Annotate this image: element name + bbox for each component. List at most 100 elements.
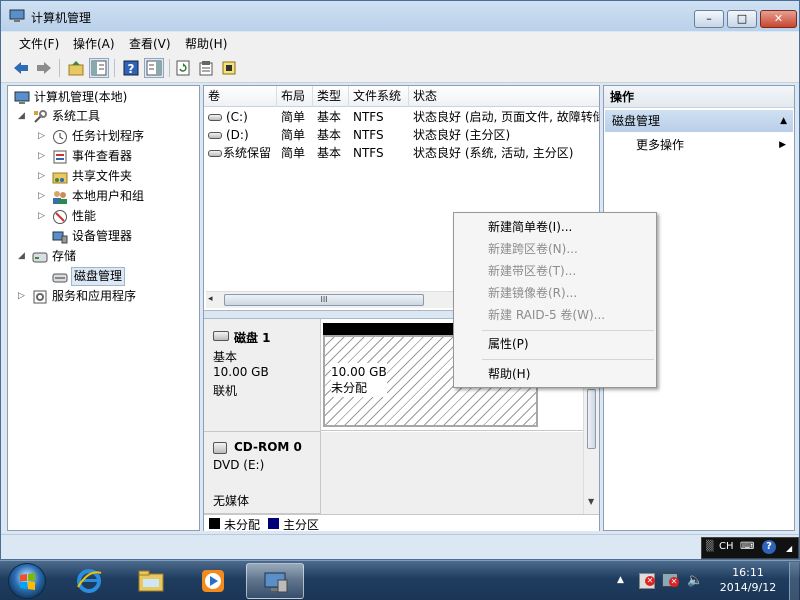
volume-row[interactable]: 系统保留 简单 基本 NTFS 状态良好 (系统, 活动, 主分区) — [204, 144, 599, 162]
windows-logo-icon — [20, 573, 35, 590]
status-bar — [1, 534, 799, 559]
tree-label: 磁盘管理 — [71, 267, 126, 286]
volume-row[interactable]: (C:) 简单 基本 NTFS 状态良好 (启动, 页面文件, 故障转储 — [204, 108, 599, 126]
filesystem-cell: NTFS — [353, 128, 384, 142]
menu-help[interactable]: 帮助(H) — [488, 364, 530, 384]
taskbar-explorer[interactable] — [122, 563, 180, 599]
expand-arrow-icon[interactable]: ▷ — [38, 127, 48, 146]
tools-icon — [34, 110, 47, 123]
scrollbar-thumb[interactable] — [587, 389, 596, 449]
actions-section-disk-management[interactable]: 磁盘管理 ▲ — [605, 110, 793, 132]
menu-file[interactable]: 文件(F) — [19, 35, 59, 52]
back-button[interactable] — [11, 58, 31, 78]
keyboard-icon[interactable]: ⌨ — [740, 541, 754, 552]
forward-button[interactable] — [34, 58, 54, 78]
more-actions-item[interactable]: 更多操作 ▶ — [636, 136, 786, 154]
filesystem-cell: NTFS — [353, 110, 384, 124]
error-badge-icon: ✕ — [645, 576, 655, 586]
device-manager-icon — [52, 231, 68, 244]
computer-management-icon — [264, 572, 288, 593]
legend-label: 未分配 — [224, 518, 261, 532]
tree-label: 存储 — [52, 249, 77, 263]
volume-icon — [208, 132, 222, 139]
toolbar-separator — [59, 59, 60, 77]
volume-icon — [208, 150, 222, 157]
disk-status: 联机 — [213, 384, 238, 398]
langbar-grip-icon[interactable]: ▒ — [706, 541, 714, 552]
refresh-icon — [176, 60, 190, 76]
close-button[interactable]: ✕ — [760, 10, 797, 28]
context-menu: 新建简单卷(I)... 新建跨区卷(N)... 新建带区卷(T)... 新建镜像… — [453, 212, 657, 388]
menu-properties[interactable]: 属性(P) — [488, 334, 529, 354]
start-button[interactable] — [8, 563, 46, 599]
folder-icon — [138, 570, 164, 592]
menu-action[interactable]: 操作(A) — [73, 35, 115, 52]
taskbar-media-player[interactable] — [184, 563, 242, 599]
expand-arrow-icon[interactable]: ▷ — [38, 187, 48, 206]
volume-row[interactable]: (D:) 简单 基本 NTFS 状态良好 (主分区) — [204, 126, 599, 144]
menu-help[interactable]: 帮助(H) — [185, 35, 227, 52]
maximize-button[interactable]: □ — [727, 10, 757, 28]
up-level-button[interactable] — [66, 58, 86, 78]
back-arrow-icon — [14, 62, 28, 74]
expand-arrow-icon[interactable]: ▷ — [38, 147, 48, 166]
properties-button[interactable] — [196, 58, 216, 78]
collapse-arrow-icon[interactable]: ◢ — [18, 107, 28, 126]
column-header-status[interactable]: 状态 — [409, 86, 599, 107]
performance-icon — [53, 210, 67, 224]
expand-arrow-icon[interactable]: ▷ — [38, 167, 48, 186]
cdrom-partition-area — [321, 432, 583, 514]
volume-cell: (C:) — [204, 108, 277, 126]
cdrom-label[interactable]: CD-ROM 0 DVD (E:) 无媒体 — [204, 432, 321, 514]
tree-label: 设备管理器 — [72, 229, 133, 243]
scrollbar-thumb[interactable]: III — [224, 294, 424, 306]
menu-bar: 文件(F) 操作(A) 查看(V) 帮助(H) — [1, 32, 799, 53]
collapse-up-icon[interactable]: ▲ — [780, 110, 787, 132]
help-button[interactable]: ? — [121, 58, 141, 78]
layout-cell: 简单 — [281, 128, 306, 142]
toolbar-separator — [169, 59, 170, 77]
expand-arrow-icon[interactable]: ▷ — [38, 207, 48, 226]
column-header-layout[interactable]: 布局 — [277, 86, 313, 107]
menu-new-simple-volume[interactable]: 新建简单卷(I)... — [488, 217, 572, 237]
help-icon: ? — [123, 60, 139, 76]
actions-section-label: 磁盘管理 — [612, 114, 661, 128]
expand-arrow-icon[interactable]: ▷ — [18, 287, 28, 306]
disk-icon — [213, 331, 229, 341]
status-cell: 状态良好 (启动, 页面文件, 故障转储 — [413, 110, 599, 124]
collapse-arrow-icon[interactable]: ◢ — [18, 247, 28, 266]
menu-separator — [482, 359, 654, 360]
layout-cell: 简单 — [281, 146, 306, 160]
column-header-type[interactable]: 类型 — [313, 86, 349, 107]
filesystem-cell: NTFS — [353, 146, 384, 160]
taskbar-internet-explorer[interactable] — [60, 563, 118, 599]
minimize-button[interactable]: – — [694, 10, 724, 28]
menu-view[interactable]: 查看(V) — [129, 35, 171, 52]
computer-management-icon — [9, 9, 25, 22]
tree-label: 本地用户和组 — [72, 189, 145, 203]
scroll-left-icon[interactable]: ◂ — [208, 294, 213, 304]
taskbar-computer-management[interactable] — [246, 563, 304, 599]
title-bar[interactable]: 计算机管理 – □ ✕ — [1, 1, 799, 31]
show-desktop-button[interactable] — [789, 562, 799, 600]
tree-label: 任务计划程序 — [72, 129, 145, 143]
show-hidden-icons-icon[interactable]: ▲ — [617, 575, 624, 585]
clock[interactable]: 16:11 2014/9/12 — [711, 565, 785, 595]
langbar-options-icon[interactable]: ◢ — [786, 544, 792, 553]
volume-icon[interactable]: 🔈 — [687, 573, 703, 588]
column-header-filesystem[interactable]: 文件系统 — [349, 86, 409, 107]
legend-swatch-unallocated — [209, 518, 220, 529]
column-header-volume[interactable]: 卷 — [204, 86, 277, 107]
disk1-label[interactable]: 磁盘 1 基本 10.00 GB 联机 — [204, 319, 321, 432]
langbar-help-icon[interactable]: ? — [762, 540, 776, 554]
langbar-language[interactable]: CH — [719, 541, 734, 552]
scroll-down-icon[interactable]: ▼ — [588, 497, 594, 506]
refresh-button[interactable] — [173, 58, 193, 78]
show-action-pane-button[interactable] — [144, 58, 164, 78]
export-button[interactable] — [219, 58, 239, 78]
menu-new-mirrored-volume: 新建镜像卷(R)... — [488, 286, 578, 300]
tree-label: 性能 — [72, 209, 97, 223]
show-hide-tree-button[interactable] — [89, 58, 109, 78]
computer-management-icon — [14, 91, 30, 104]
window-title: 计算机管理 — [31, 11, 92, 25]
